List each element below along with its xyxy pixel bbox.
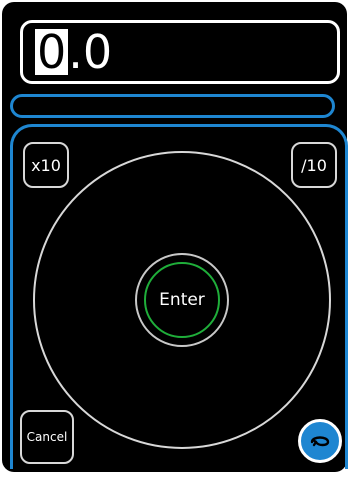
multiply-by-10-button[interactable]: x10 xyxy=(23,142,69,188)
loop-button[interactable] xyxy=(298,419,342,463)
cancel-button[interactable]: Cancel xyxy=(20,410,74,464)
enter-button[interactable]: Enter xyxy=(144,262,220,338)
value-rest: .0 xyxy=(68,25,113,79)
value-slider-track[interactable] xyxy=(10,94,335,118)
cursor-char: 0 xyxy=(35,25,69,79)
loop-arrow-icon xyxy=(310,436,330,447)
value-display[interactable]: 0.0 xyxy=(20,20,340,84)
divide-by-10-button[interactable]: /10 xyxy=(291,142,337,188)
